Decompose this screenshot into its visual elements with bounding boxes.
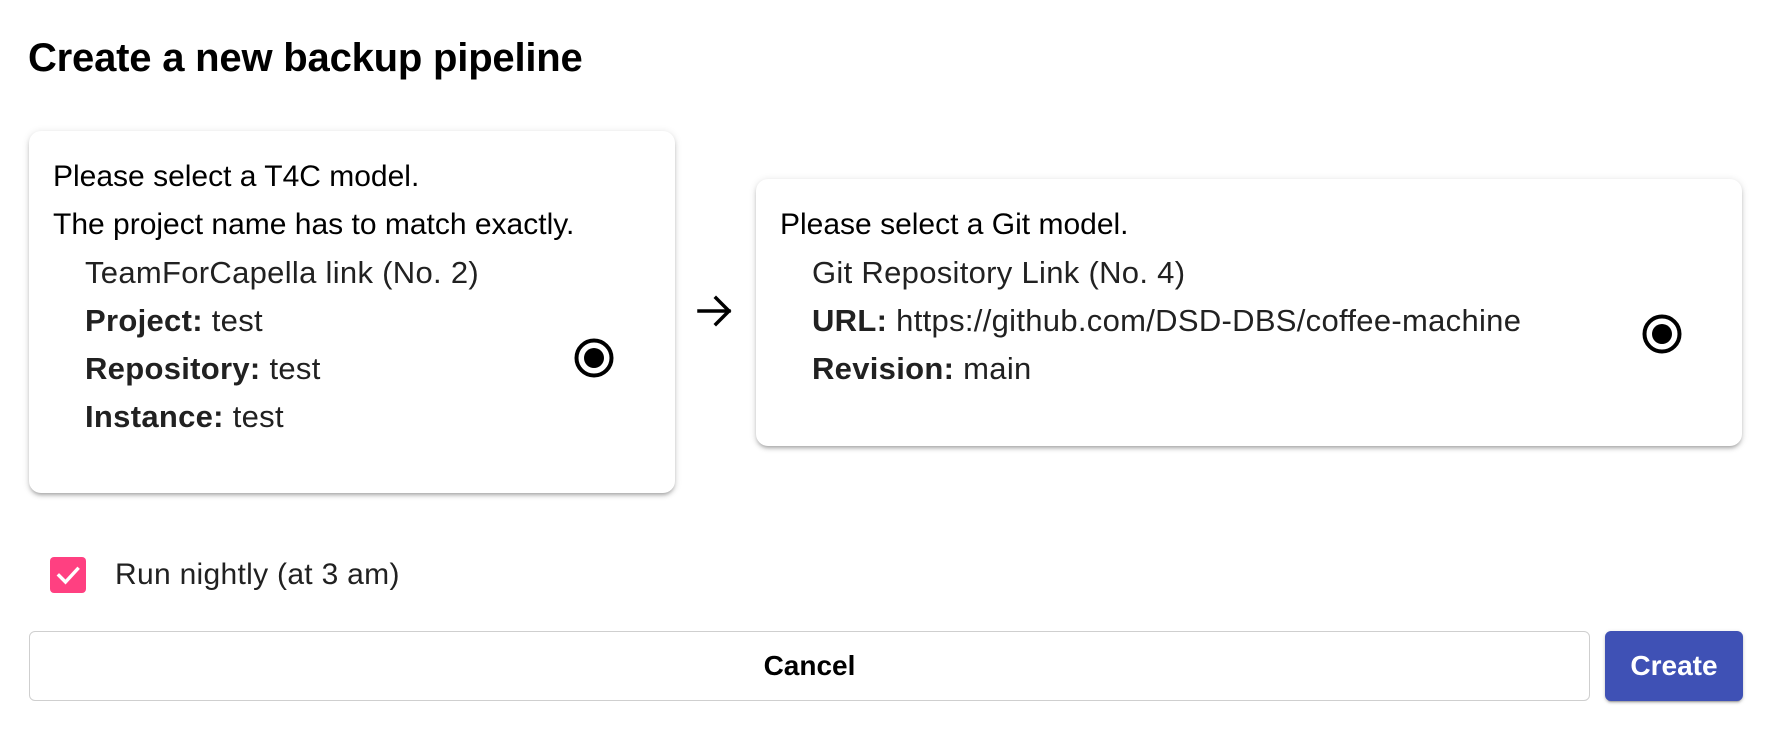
arrow-right-icon	[693, 289, 737, 333]
run-nightly-checkbox-row[interactable]: Run nightly (at 3 am)	[50, 556, 400, 594]
url-label: URL:	[812, 303, 888, 338]
radio-selected-icon	[1642, 314, 1682, 354]
repository-label: Repository:	[85, 351, 261, 386]
git-model-option[interactable]: Git Repository Link (No. 4) URL: https:/…	[812, 249, 1521, 393]
create-button[interactable]: Create	[1605, 631, 1743, 701]
t4c-option-project: Project: test	[85, 297, 479, 345]
checkmark-icon	[56, 566, 80, 585]
run-nightly-checkbox[interactable]	[50, 557, 86, 593]
repository-value: test	[269, 351, 321, 386]
t4c-intro-line-2: The project name has to match exactly.	[53, 208, 575, 241]
project-label: Project:	[85, 303, 203, 338]
cancel-button[interactable]: Cancel	[29, 631, 1590, 701]
git-option-title: Git Repository Link (No. 4)	[812, 255, 1186, 290]
t4c-model-option[interactable]: TeamForCapella link (No. 2) Project: tes…	[85, 249, 479, 441]
git-option-revision: Revision: main	[812, 345, 1521, 393]
t4c-option-radio[interactable]	[574, 338, 614, 378]
git-option-url: URL: https://github.com/DSD-DBS/coffee-m…	[812, 297, 1521, 345]
git-card-instructions: Please select a Git model.	[780, 201, 1129, 249]
instance-value: test	[232, 399, 284, 434]
revision-label: Revision:	[812, 351, 955, 386]
t4c-option-instance: Instance: test	[85, 393, 479, 441]
git-intro-line-1: Please select a Git model.	[780, 208, 1129, 241]
run-nightly-label[interactable]: Run nightly (at 3 am)	[115, 558, 400, 592]
dialog-title: Create a new backup pipeline	[28, 36, 583, 80]
radio-selected-icon	[574, 338, 614, 378]
t4c-model-card: Please select a T4C model. The project n…	[29, 131, 675, 493]
git-model-card: Please select a Git model. Git Repositor…	[756, 179, 1742, 446]
t4c-option-repository: Repository: test	[85, 345, 479, 393]
git-option-radio[interactable]	[1642, 314, 1682, 354]
instance-label: Instance:	[85, 399, 224, 434]
url-value: https://github.com/DSD-DBS/coffee-machin…	[896, 303, 1522, 338]
t4c-card-instructions: Please select a T4C model. The project n…	[53, 153, 574, 249]
project-value: test	[211, 303, 263, 338]
revision-value: main	[963, 351, 1032, 386]
t4c-intro-line-1: Please select a T4C model.	[53, 160, 420, 193]
t4c-option-title: TeamForCapella link (No. 2)	[85, 255, 480, 290]
